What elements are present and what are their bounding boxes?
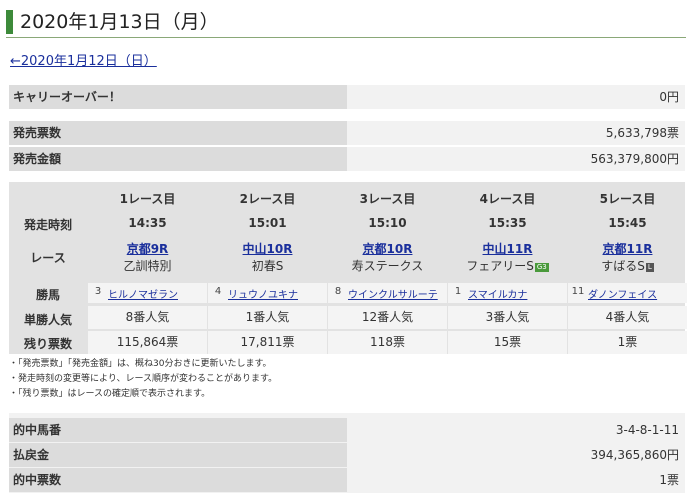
race-column-5: 5レース目 15:45 京都11R すばるS L 11 ダノンフェイス 4番人気 … [568, 182, 687, 354]
carryover-row: キャリーオーバー！ 0円 [9, 85, 685, 109]
winning-votes-value: 1票 [659, 473, 679, 487]
popularity-value: 3番人気 [448, 306, 567, 329]
race-header: 4レース目 [479, 192, 536, 206]
race-link[interactable]: 京都9R [88, 240, 207, 257]
page-header: 2020年1月13日（月） [6, 8, 686, 38]
payout-row: 払戻金 394,365,860円 [9, 443, 685, 467]
sales-amount-label: 発売金額 [9, 147, 347, 171]
winning-numbers-label: 的中馬番 [9, 418, 347, 442]
race-link[interactable]: 中山10R [208, 240, 327, 257]
notes: ・「発売票数」「発売金額」は、概ね30分おきに更新いたします。 ・発走時刻の変更… [9, 357, 685, 402]
listed-badge: L [645, 263, 654, 272]
race-time: 15:35 [488, 216, 527, 230]
remaining-votes-value: 118票 [328, 331, 447, 354]
grade-badge: G3 [534, 263, 549, 272]
carryover-value: 0円 [659, 90, 679, 104]
popularity-value: 4番人気 [568, 306, 687, 329]
race-link[interactable]: 京都11R [568, 240, 687, 257]
winning-votes-label: 的中票数 [9, 468, 347, 492]
horse-name-link[interactable]: ヒルノマゼラン [108, 286, 178, 301]
race-column-1: 1レース目 14:35 京都9R 乙訓特別 3 ヒルノマゼラン 8番人気 115… [88, 182, 207, 354]
row-label-start-time: 発走時刻 [23, 218, 72, 232]
winning-numbers-value: 3-4-8-1-11 [615, 423, 679, 437]
race-name-text: フェアリーS [466, 259, 534, 273]
remaining-votes-value: 15票 [448, 331, 567, 354]
horse-number: 4 [214, 286, 222, 297]
horse-name-link[interactable]: ウインクルサルーテ [348, 286, 438, 301]
horse-number: 1 [454, 286, 462, 297]
row-label-popularity: 単勝人気 [23, 313, 72, 327]
previous-day-link[interactable]: ←2020年1月12日（日） [10, 50, 157, 69]
payout-value: 394,365,860円 [590, 448, 679, 462]
race-table: 発走時刻 レース 勝馬 単勝人気 残り票数 1レース目 14:35 京都9R 乙… [9, 182, 687, 354]
winning-numbers-row: 的中馬番 3-4-8-1-11 [9, 418, 685, 442]
race-header: 2レース目 [239, 192, 296, 206]
page-title: 2020年1月13日（月） [20, 11, 219, 33]
note-item: ・発走時刻の変更等により、レース順序が変わることがあります。 [9, 374, 278, 384]
carryover-label: キャリーオーバー！ [9, 85, 347, 109]
results-table: 的中馬番 3-4-8-1-11 払戻金 394,365,860円 的中票数 1票 [9, 413, 685, 493]
payout-label: 払戻金 [9, 443, 347, 467]
sales-amount-row: 発売金額 563,379,800円 [9, 147, 685, 171]
horse-number: 3 [94, 286, 102, 297]
remaining-votes-value: 17,811票 [208, 331, 327, 354]
popularity-value: 8番人気 [88, 306, 207, 329]
row-label-horse: 勝馬 [35, 288, 60, 302]
race-link[interactable]: 京都10R [328, 240, 447, 257]
race-name: フェアリーS G3 [448, 257, 567, 274]
race-column-4: 4レース目 15:35 中山11R フェアリーS G3 1 スマイルカナ 3番人気… [448, 182, 567, 354]
popularity-value: 12番人気 [328, 306, 447, 329]
note-item: ・「発売票数」「発売金額」は、概ね30分おきに更新いたします。 [9, 359, 272, 369]
horse-number: 11 [571, 286, 585, 297]
race-header: 1レース目 [119, 192, 176, 206]
remaining-votes-value: 1票 [568, 331, 687, 354]
sales-count-row: 発売票数 5,633,798票 [9, 121, 685, 145]
race-time: 15:10 [368, 216, 407, 230]
horse-name-link[interactable]: リュウノユキナ [228, 286, 298, 301]
title-accent-bar [6, 10, 13, 34]
race-name: すばるS L [568, 257, 687, 274]
horse-number: 8 [334, 286, 342, 297]
winning-votes-row: 的中票数 1票 [9, 468, 685, 492]
race-header: 3レース目 [359, 192, 416, 206]
row-label-remaining: 残り票数 [23, 337, 72, 351]
sales-count-value: 5,633,798票 [605, 126, 679, 140]
race-time: 15:01 [248, 216, 287, 230]
horse-name-link[interactable]: スマイルカナ [468, 286, 527, 301]
note-item: ・「残り票数」はレースの確定順で表示されます。 [9, 389, 211, 399]
sales-amount-value: 563,379,800円 [590, 152, 679, 166]
race-name-text: 乙訓特別 [123, 259, 172, 273]
race-column-3: 3レース目 15:10 京都10R 寿ステークス 8 ウインクルサルーテ 12番… [328, 182, 447, 354]
horse-name-link[interactable]: ダノンフェイス [588, 286, 657, 301]
race-time: 14:35 [128, 216, 167, 230]
sales-count-label: 発売票数 [9, 121, 347, 145]
remaining-votes-value: 115,864票 [88, 331, 207, 354]
race-link[interactable]: 中山11R [448, 240, 567, 257]
race-name-text: すばるS [601, 259, 645, 273]
race-time: 15:45 [608, 216, 647, 230]
row-label-race: レース [30, 251, 66, 265]
winning-horse: 1 スマイルカナ [448, 283, 567, 303]
race-name: 寿ステークス [328, 257, 447, 274]
race-name: 初春S [208, 257, 327, 274]
race-header: 5レース目 [599, 192, 656, 206]
winning-horse: 11 ダノンフェイス [568, 283, 687, 303]
race-name-text: 寿ステークス [351, 259, 424, 273]
popularity-value: 1番人気 [208, 306, 327, 329]
winning-horse: 8 ウインクルサルーテ [328, 283, 447, 303]
winning-horse: 3 ヒルノマゼラン [88, 283, 207, 303]
winning-horse: 4 リュウノユキナ [208, 283, 327, 303]
race-column-2: 2レース目 15:01 中山10R 初春S 4 リュウノユキナ 1番人気 17,… [208, 182, 327, 354]
race-name-text: 初春S [251, 259, 284, 273]
race-name: 乙訓特別 [88, 257, 207, 274]
